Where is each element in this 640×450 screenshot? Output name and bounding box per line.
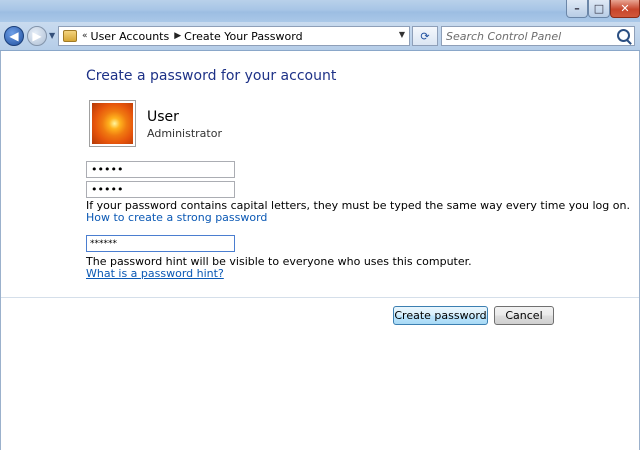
refresh-button[interactable]: ⟳: [412, 26, 438, 46]
breadcrumb-create-password[interactable]: Create Your Password: [184, 30, 302, 43]
create-password-button[interactable]: Create password: [393, 306, 488, 325]
close-button[interactable]: ✕: [610, 0, 640, 18]
strong-password-link[interactable]: How to create a strong password: [86, 211, 267, 224]
address-bar[interactable]: « User Accounts ▶ Create Your Password ▼: [58, 26, 410, 46]
user-role: Administrator: [147, 127, 222, 140]
user-name: User: [147, 109, 179, 125]
breadcrumb-separator[interactable]: ▶: [174, 31, 181, 41]
navigation-bar: ◀ ▶ ▼ « User Accounts ▶ Create Your Pass…: [0, 22, 640, 51]
back-button[interactable]: ◀: [4, 26, 24, 46]
content-pane: Create a password for your account User …: [0, 51, 640, 450]
refresh-icon: ⟳: [420, 29, 430, 43]
breadcrumb-user-accounts[interactable]: User Accounts: [91, 30, 170, 43]
recent-pages-dropdown[interactable]: ▼: [49, 31, 55, 40]
cancel-button[interactable]: Cancel: [494, 306, 554, 325]
search-box[interactable]: [441, 26, 635, 46]
minimize-button[interactable]: –: [566, 0, 588, 18]
divider: [1, 297, 639, 298]
breadcrumb-overflow[interactable]: «: [82, 31, 88, 41]
password-hint-field[interactable]: [86, 235, 235, 252]
search-icon[interactable]: [617, 29, 630, 42]
title-bar: – □ ✕: [0, 0, 640, 22]
confirm-password-field[interactable]: [86, 181, 235, 198]
password-hint-link[interactable]: What is a password hint?: [86, 267, 224, 280]
user-avatar: [89, 100, 136, 147]
page-title: Create a password for your account: [86, 68, 337, 84]
forward-button[interactable]: ▶: [27, 26, 47, 46]
address-dropdown-icon[interactable]: ▼: [399, 30, 405, 39]
maximize-button[interactable]: □: [588, 0, 610, 18]
control-panel-icon: [63, 30, 77, 42]
search-input[interactable]: [442, 27, 620, 45]
new-password-field[interactable]: [86, 161, 235, 178]
